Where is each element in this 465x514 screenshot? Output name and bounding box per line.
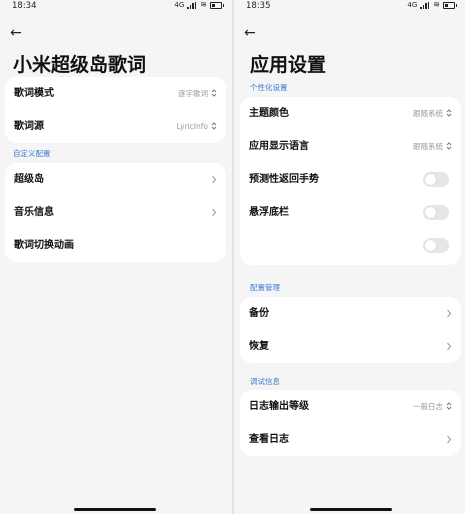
signal-icon (420, 1, 430, 9)
app-settings-screen: 18:35 4G ≋ ← 应用设置 个性化设置 主题颜色 跟随系统 应用显示语言… (234, 0, 465, 514)
music-info-row[interactable]: 音乐信息 (5, 196, 226, 229)
wifi-icon: ≋ (433, 0, 440, 9)
row-value: LyricInfo (176, 122, 208, 131)
floating-bottom-bar-row: 悬浮底栏 (240, 196, 461, 229)
row-value: 跟随系统 (413, 142, 443, 151)
back-arrow-icon[interactable]: ← (10, 25, 26, 41)
chevron-right-icon (212, 175, 217, 184)
lyrics-settings-card: 歌词模式 逐字歌词 歌词源 LyricInfo (5, 77, 226, 143)
section-header-config: 配置管理 (250, 283, 280, 292)
row-label: 悬浮底栏 (249, 207, 289, 218)
row-label: 主题颜色 (249, 108, 289, 119)
row-label: 歌词切换动画 (14, 240, 74, 251)
chevron-right-icon (447, 309, 452, 318)
row-label: 歌词模式 (14, 88, 54, 99)
page-title: 小米超级岛歌词 (13, 54, 147, 76)
row-label: 预测性返回手势 (249, 174, 319, 185)
backup-row[interactable]: 备份 (240, 297, 461, 330)
section-header-debug: 调试信息 (250, 377, 280, 386)
row-label: 备份 (249, 308, 269, 319)
home-indicator[interactable] (310, 508, 392, 511)
extra-toggle-row (240, 229, 461, 262)
row-label: 应用显示语言 (249, 141, 309, 152)
page-title: 应用设置 (250, 54, 327, 76)
signal-icon (187, 1, 197, 9)
app-language-row[interactable]: 应用显示语言 跟随系统 (240, 130, 461, 163)
dropdown-updown-icon (211, 89, 217, 97)
predictive-back-row: 预测性返回手势 (240, 163, 461, 196)
lyrics-main-screen: 18:34 4G ≋ ← 小米超级岛歌词 歌词模式 逐字歌词 歌词源 Lyric… (0, 0, 232, 514)
custom-config-card: 超级岛 音乐信息 歌词切换动画 (5, 163, 226, 262)
row-value: 逐字歌词 (178, 89, 208, 98)
dropdown-updown-icon (446, 402, 452, 410)
row-label: 恢复 (249, 341, 269, 352)
row-label: 歌词源 (14, 121, 44, 132)
section-header-personalization: 个性化设置 (250, 83, 288, 92)
dropdown-updown-icon (446, 109, 452, 117)
battery-icon (210, 1, 224, 9)
status-bar: 18:34 4G ≋ (12, 0, 224, 13)
lyrics-mode-row[interactable]: 歌词模式 逐字歌词 (5, 77, 226, 110)
restore-row[interactable]: 恢复 (240, 330, 461, 363)
network-type-label: 4G (174, 1, 185, 9)
config-management-card: 备份 恢复 (240, 297, 461, 363)
chevron-right-icon (447, 435, 452, 444)
chevron-right-icon (447, 342, 452, 351)
row-label: 日志输出等级 (249, 401, 309, 412)
super-island-row[interactable]: 超级岛 (5, 163, 226, 196)
section-header-custom: 自定义配置 (13, 149, 51, 158)
dropdown-updown-icon (446, 142, 452, 150)
status-bar: 18:35 4G ≋ (246, 0, 457, 13)
view-log-row[interactable]: 查看日志 (240, 423, 461, 456)
row-value: 跟随系统 (413, 109, 443, 118)
status-time: 18:35 (246, 1, 271, 11)
dropdown-updown-icon (211, 122, 217, 130)
lyrics-source-row[interactable]: 歌词源 LyricInfo (5, 110, 226, 143)
home-indicator[interactable] (74, 508, 156, 511)
log-level-row[interactable]: 日志输出等级 一般日志 (240, 390, 461, 423)
row-label: 超级岛 (14, 174, 44, 185)
row-label: 音乐信息 (14, 207, 54, 218)
back-arrow-icon[interactable]: ← (244, 25, 260, 41)
network-type-label: 4G (407, 1, 418, 9)
debug-info-card: 日志输出等级 一般日志 查看日志 (240, 390, 461, 456)
row-value: 一般日志 (413, 402, 443, 411)
row-label: 查看日志 (249, 434, 289, 445)
chevron-right-icon (212, 208, 217, 217)
status-time: 18:34 (12, 1, 37, 11)
wifi-icon: ≋ (200, 0, 207, 9)
floating-bottom-bar-toggle[interactable] (423, 205, 449, 220)
predictive-back-toggle[interactable] (423, 172, 449, 187)
battery-icon (443, 1, 457, 9)
theme-color-row[interactable]: 主题颜色 跟随系统 (240, 97, 461, 130)
extra-toggle[interactable] (423, 238, 449, 253)
personalization-card: 主题颜色 跟随系统 应用显示语言 跟随系统 预测性返回手势 悬浮底栏 (240, 97, 461, 265)
lyric-switch-animation-row[interactable]: 歌词切换动画 (5, 229, 226, 262)
